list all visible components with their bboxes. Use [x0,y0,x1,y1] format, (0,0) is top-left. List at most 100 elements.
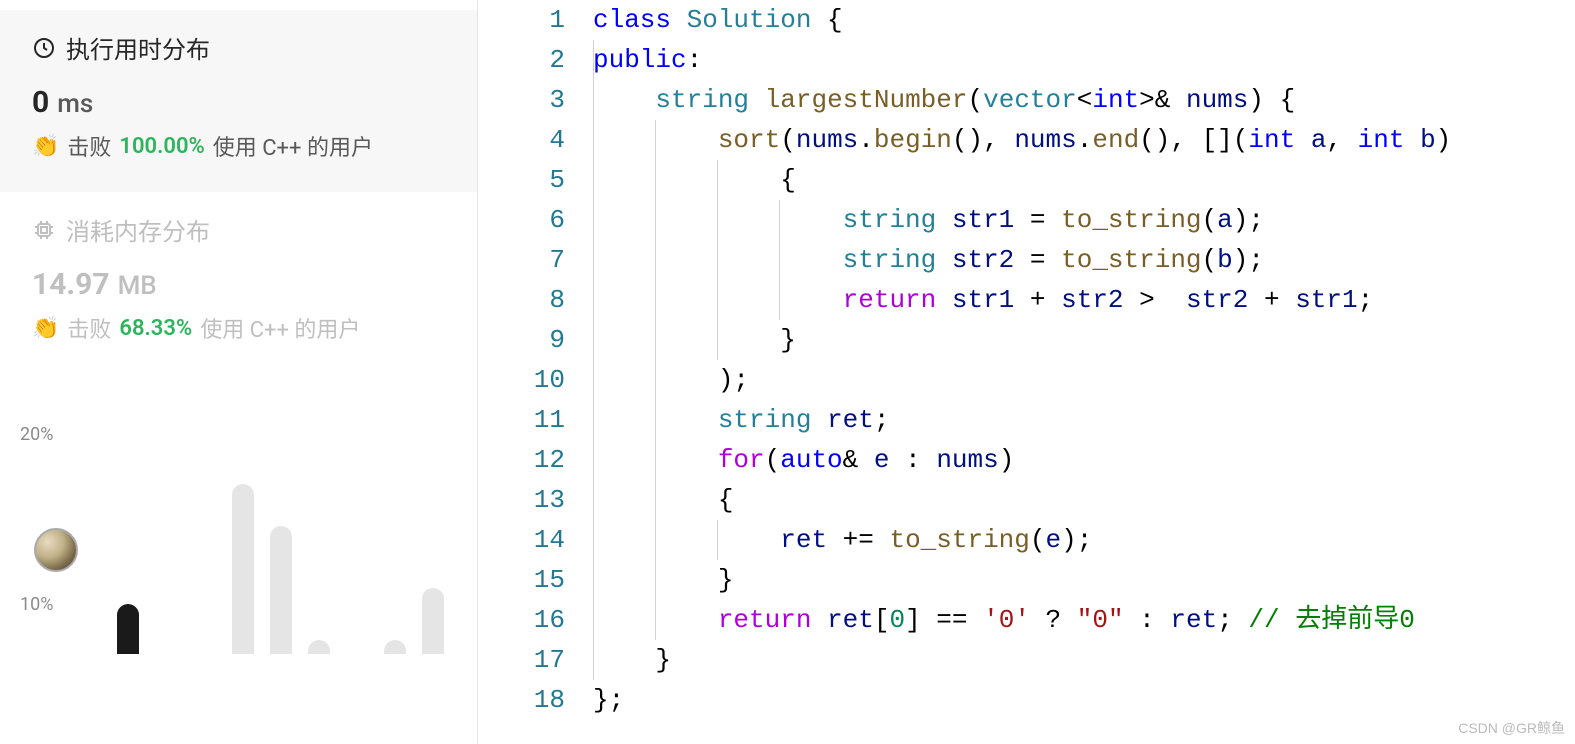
chart-bar[interactable] [232,484,254,654]
code-line[interactable]: string ret; [593,400,1575,440]
memory-value-row: 14.97 MB [32,267,445,302]
code-text: } [593,325,796,355]
code-text: } [593,565,733,595]
code-line[interactable]: } [593,640,1575,680]
indent-guide [655,400,656,440]
stats-panel: 执行用时分布 0 ms 👏 击败 100.00% 使用 C++ 的用户 消耗内存… [0,0,478,744]
chip-icon [32,218,56,242]
axis-label-10: 10% [20,594,53,615]
code-line[interactable]: public: [593,40,1575,80]
runtime-beats-row: 👏 击败 100.00% 使用 C++ 的用户 [32,130,445,162]
code-text: string str2 = to_string(b); [593,245,1264,275]
runtime-card[interactable]: 执行用时分布 0 ms 👏 击败 100.00% 使用 C++ 的用户 [0,10,477,192]
indent-guide [779,240,780,280]
indent-guide [717,200,718,240]
runtime-value-row: 0 ms [32,85,445,120]
line-number: 8 [478,280,565,320]
code-line[interactable]: string largestNumber(vector<int>& nums) … [593,80,1575,120]
line-number: 9 [478,320,565,360]
runtime-unit: ms [57,89,93,119]
indent-guide [655,520,656,560]
indent-guide [717,160,718,200]
code-line[interactable]: string str2 = to_string(b); [593,240,1575,280]
line-number: 16 [478,600,565,640]
code-line[interactable]: sort(nums.begin(), nums.end(), [](int a,… [593,120,1575,160]
line-number: 11 [478,400,565,440]
indent-guide [717,520,718,560]
code-line[interactable]: { [593,160,1575,200]
indent-guide [717,280,718,320]
code-line[interactable]: return ret[0] == '0' ? "0" : ret; // 去掉前… [593,600,1575,640]
chart-bar[interactable] [422,588,444,654]
code-line[interactable]: } [593,320,1575,360]
indent-guide [593,280,594,320]
indent-guide [779,200,780,240]
code-line[interactable]: }; [593,680,1575,720]
memory-title-row: 消耗内存分布 [32,212,445,247]
indent-guide [655,600,656,640]
code-text: string str1 = to_string(a); [593,205,1264,235]
line-number: 18 [478,680,565,720]
runtime-beats-suffix: 使用 C++ 的用户 [213,130,373,162]
line-number: 1 [478,0,565,40]
indent-guide [655,120,656,160]
chart-bar[interactable] [384,640,406,654]
indent-guide [655,360,656,400]
indent-guide [655,480,656,520]
chart-bar-current[interactable] [117,604,139,654]
code-text: } [593,645,671,675]
watermark: CSDN @GR鲸鱼 [1458,718,1565,738]
indent-guide [593,440,594,480]
memory-beats-label: 击败 [67,312,111,344]
code-text: return ret[0] == '0' ? "0" : ret; // 去掉前… [593,605,1415,635]
runtime-beats-pct: 100.00% [119,134,204,159]
runtime-beats-label: 击败 [67,130,111,162]
memory-value: 14.97 [32,267,110,302]
code-text: return str1 + str2 > str2 + str1; [593,285,1373,315]
code-text: { [593,165,796,195]
line-number: 13 [478,480,565,520]
line-gutter: 123456789101112131415161718 [478,0,593,744]
code-text: string ret; [593,405,889,435]
code-line[interactable]: } [593,560,1575,600]
indent-guide [593,80,594,120]
distribution-chart: 20% 10% [0,394,477,654]
indent-guide [779,280,780,320]
line-number: 12 [478,440,565,480]
indent-guide [593,120,594,160]
indent-guide [593,320,594,360]
indent-guide [655,280,656,320]
indent-guide [593,560,594,600]
code-content[interactable]: class Solution { public: string largestNu… [593,0,1575,744]
indent-guide [593,40,594,80]
code-text: class Solution { [593,5,843,35]
code-line[interactable]: class Solution { [593,0,1575,40]
code-line[interactable]: return str1 + str2 > str2 + str1; [593,280,1575,320]
indent-guide [655,240,656,280]
code-line[interactable]: ); [593,360,1575,400]
indent-guide [593,240,594,280]
indent-guide [655,160,656,200]
code-text: string largestNumber(vector<int>& nums) … [593,85,1295,115]
line-number: 17 [478,640,565,680]
indent-guide [655,200,656,240]
code-line[interactable]: string str1 = to_string(a); [593,200,1575,240]
indent-guide [593,600,594,640]
indent-guide [593,360,594,400]
code-text: }; [593,685,624,715]
line-number: 10 [478,360,565,400]
line-number: 14 [478,520,565,560]
code-line[interactable]: { [593,480,1575,520]
chart-bar[interactable] [270,526,292,654]
indent-guide [655,560,656,600]
clap-icon: 👏 [32,134,59,159]
indent-guide [717,240,718,280]
memory-card[interactable]: 消耗内存分布 14.97 MB 👏 击败 68.33% 使用 C++ 的用户 [0,192,477,374]
code-editor[interactable]: 123456789101112131415161718 class Soluti… [478,0,1575,744]
code-line[interactable]: for(auto& e : nums) [593,440,1575,480]
chart-bar[interactable] [308,640,330,654]
indent-guide [655,440,656,480]
memory-title: 消耗内存分布 [66,212,210,247]
code-line[interactable]: ret += to_string(e); [593,520,1575,560]
chart-bars [72,394,457,654]
